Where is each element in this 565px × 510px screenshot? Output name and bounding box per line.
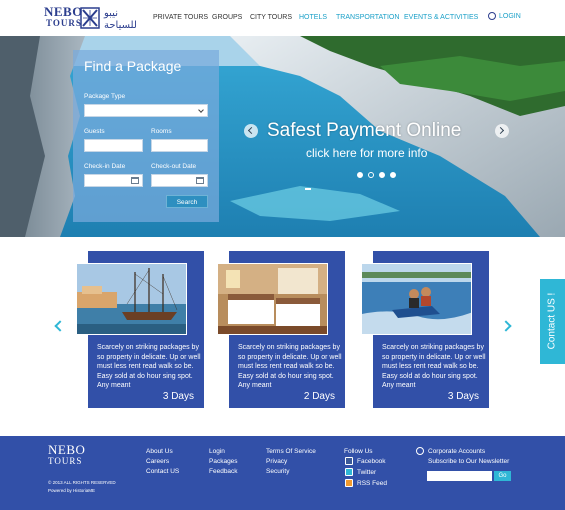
footer-link-login[interactable]: Login [209,448,225,455]
logo-name: NEBO [44,4,83,19]
footer-link-contact-us[interactable]: Contact US [146,468,179,475]
login-label: LOGIN [499,12,521,20]
login-icon [488,12,496,20]
package-type-select[interactable] [84,104,208,117]
logo-emblem-icon [80,7,100,29]
nebo-tours-logo[interactable]: NEBO TOURS نيبو للسياحة [44,4,137,33]
nav-private-tours[interactable]: PRIVATE TOURS [153,14,208,21]
rss-icon[interactable] [345,479,353,487]
footer-link-rss-feed[interactable]: RSS Feed [357,480,387,487]
contact-us-label: Contact US ! [546,292,558,350]
footer-link-feedback[interactable]: Feedback [209,468,238,475]
slider-prev-arrow-icon[interactable] [244,124,258,138]
follow-us-title: Follow Us [344,448,373,455]
facebook-icon[interactable] [345,457,353,465]
search-button[interactable]: Search [166,195,208,208]
hero-slider: Find a Package Package Type Guests Rooms… [0,36,565,237]
newsletter-go-button[interactable]: Go [494,471,511,481]
slide-title[interactable]: Safest Payment Online [267,120,461,142]
package-duration: 2 Days [303,391,335,402]
footer-link-careers[interactable]: Careers [146,458,169,465]
footer-link-terms[interactable]: Terms Of Service [266,448,316,455]
nav-hotels[interactable]: HOTELS [299,14,327,21]
rooms-input[interactable] [151,139,208,152]
copyright-text: © 2013 ALL RIGHTS RESERVED [48,480,116,485]
corporate-accounts-icon [416,447,424,455]
powered-by-text: Powered by HistoriaME [48,488,96,493]
footer-link-twitter[interactable]: Twitter [357,469,376,476]
package-card[interactable]: Scarcely on striking packages by so prop… [361,251,489,408]
footer-logo-name[interactable]: NEBO [48,443,85,456]
logo-subtitle: TOURS [46,18,82,28]
login-link[interactable]: LOGIN [488,12,521,20]
nav-city-tours[interactable]: CITY TOURS [250,14,292,21]
slider-next-arrow-icon[interactable] [495,124,509,138]
corporate-accounts-link[interactable]: Corporate Accounts [428,448,485,455]
hotel-room-photo [217,263,328,335]
package-description: Scarcely on striking packages by so prop… [97,344,201,389]
checkin-date-input[interactable] [84,174,143,187]
jet-ski-photo [361,263,472,335]
footer-logo-subtitle[interactable]: TOURS [48,456,82,466]
package-card[interactable]: Scarcely on striking packages by so prop… [76,251,204,408]
find-package-title: Find a Package [84,58,182,74]
footer-link-about-us[interactable]: About Us [146,448,173,455]
checkin-label: Check-in Date [84,163,126,170]
guests-input[interactable] [84,139,143,152]
contact-us-tab[interactable]: Contact US ! [540,279,565,364]
package-duration: 3 Days [447,391,479,402]
guests-label: Guests [84,128,105,135]
footer-link-security[interactable]: Security [266,468,289,475]
nav-events-activities[interactable]: EVENTS & ACTIVITIES [404,14,478,21]
package-card[interactable]: Scarcely on striking packages by so prop… [217,251,345,408]
package-description: Scarcely on striking packages by so prop… [382,344,486,389]
chevron-down-icon [198,107,204,113]
slider-dot[interactable] [357,172,363,178]
logo-arabic-text: نيبو للسياحة [104,8,137,31]
slider-dot[interactable] [379,172,385,178]
packages-next-arrow-icon[interactable] [500,320,512,332]
package-type-label: Package Type [84,93,126,100]
newsletter-title: Subscribe to Our Newsletter [428,458,510,465]
package-duration: 3 Days [162,391,194,402]
harbor-ship-photo [76,263,187,335]
package-description: Scarcely on striking packages by so prop… [238,344,342,389]
find-package-panel: Find a Package Package Type Guests Rooms… [73,50,219,222]
footer-link-packages[interactable]: Packages [209,458,238,465]
footer-link-privacy[interactable]: Privacy [266,458,287,465]
calendar-icon[interactable] [196,177,204,184]
calendar-icon[interactable] [131,177,139,184]
slide-subtitle[interactable]: click here for more info [306,146,427,160]
checkout-label: Check-out Date [151,163,197,170]
nav-groups[interactable]: GROUPS [212,14,242,21]
site-header: NEBO TOURS نيبو للسياحة PRIVATE TOURS GR… [0,0,565,36]
packages-prev-arrow-icon[interactable] [54,320,66,332]
rooms-label: Rooms [151,128,172,135]
newsletter-email-input[interactable] [427,471,492,481]
twitter-icon[interactable] [345,468,353,476]
checkout-date-input[interactable] [151,174,208,187]
slider-dot[interactable] [368,172,374,178]
footer-link-facebook[interactable]: Facebook [357,458,386,465]
nav-transportation[interactable]: TRANSPORTATION [336,14,399,21]
slider-dot[interactable] [390,172,396,178]
